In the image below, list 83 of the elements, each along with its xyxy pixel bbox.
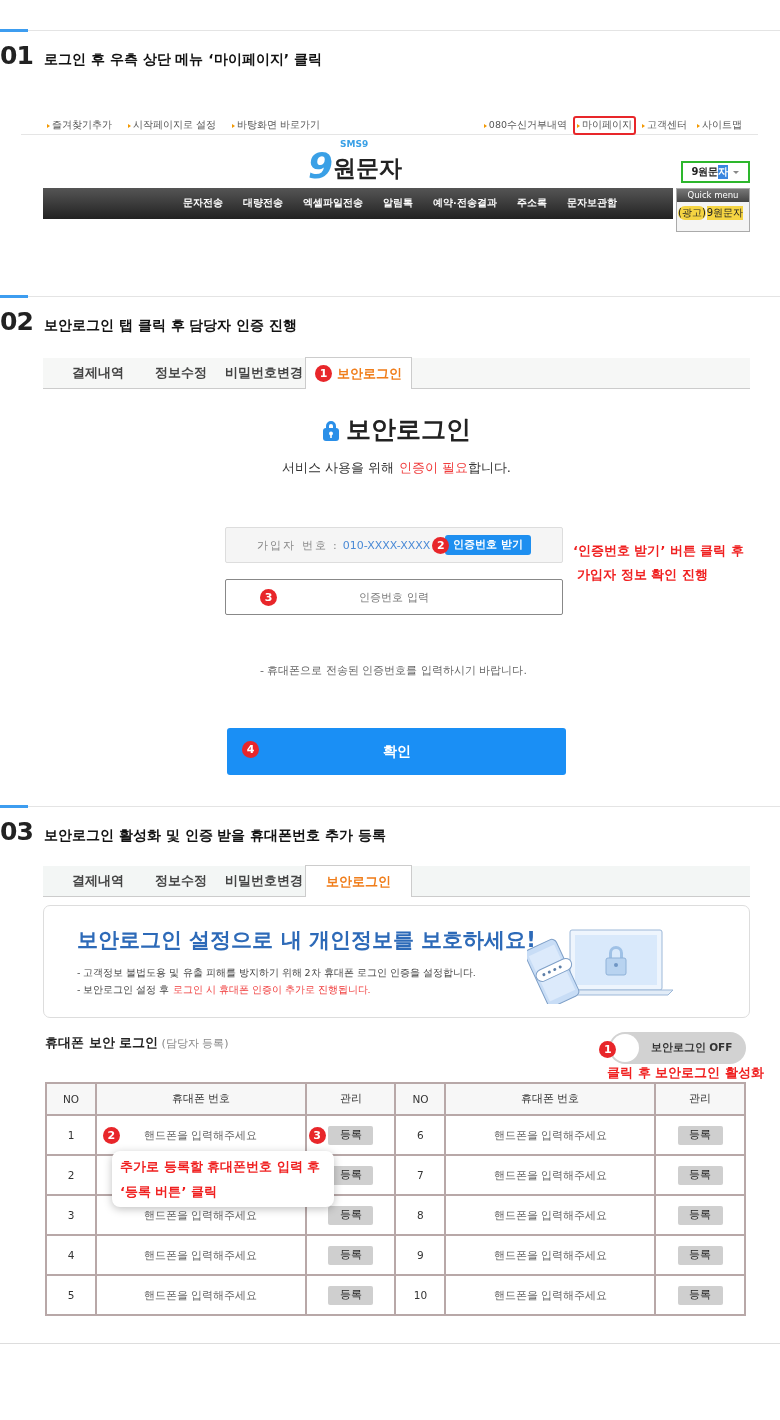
register-button[interactable]: 등록 [328,1245,373,1265]
step-marker: 1 [599,1041,617,1058]
step-number: 02 [0,307,30,336]
register-button[interactable]: 등록 [328,1205,373,1225]
column-header: 관리 [305,1083,396,1115]
row-number: 1 [46,1115,96,1155]
step-number: 03 [0,817,30,846]
top-link[interactable]: 마이페이지 [573,116,636,135]
banner-headline: 보안로그인 설정으로 내 개인정보를 보호하세요! [77,927,537,954]
row-number: 9 [395,1235,446,1275]
nav-item[interactable]: 알림톡 [373,197,423,210]
tab[interactable]: 결제내역 [56,865,139,896]
phone-input[interactable]: 핸드폰을 입력해주세요 [446,1236,655,1274]
tooltip-text: 추가로 등록할 휴대폰번호 입력 후 [120,1158,321,1176]
member-number-field: 가입자 번호 : 010-XXXX-XXXX 2 인증번호 받기 [225,527,563,563]
callout-text: ‘인증번호 받기’ 버튼 클릭 후 [573,542,744,560]
logo-tagline: SMS9 [340,139,369,150]
phone-input[interactable]: 핸드폰을 입력해주세요 [96,1236,305,1274]
register-button[interactable]: 등록 [677,1245,723,1265]
tab[interactable]: 1 보안로그인 [305,357,412,389]
top-link[interactable]: 사이트맵 [693,116,746,135]
hint-text: - 휴대폰으로 전송된 인증번호를 입력하시기 바랍니다. [260,663,528,678]
ad-label: (광고) [678,206,706,220]
callout-text: 가입자 정보 확인 진행 [576,566,709,584]
column-header: NO [46,1083,96,1115]
row-number: 2 [46,1155,96,1195]
nav-item[interactable]: 엑셀파일전송 [293,197,373,210]
phone-input[interactable]: 핸드폰을 입력해주세요 [446,1196,655,1234]
phone-input[interactable]: 핸드폰을 입력해주세요 [446,1116,655,1154]
lock-icon [322,418,340,441]
confirm-button[interactable]: 4 확인 [227,728,566,775]
row-number: 4 [46,1235,96,1275]
step-title: 보안로그인 탭 클릭 후 담당자 인증 진행 [44,317,298,335]
step-title: 로그인 후 우측 상단 메뉴 ‘마이페이지’ 클릭 [44,51,322,69]
step-marker: 4 [242,741,259,758]
top-link[interactable]: 080수신거부내역 [479,116,571,135]
row-number: 3 [46,1195,96,1235]
nav-item[interactable]: 문자전송 [173,197,233,210]
tab[interactable]: 정보수정 [139,865,222,896]
tab[interactable]: 비밀번호변경 [222,865,305,896]
row-number: 6 [395,1115,446,1155]
ad-text[interactable]: 9원문자 [706,206,744,220]
tab[interactable]: 결제내역 [56,357,139,388]
site-logo[interactable]: 9원문자 [308,150,403,182]
section-title: 휴대폰 보안 로그인 [45,1035,159,1050]
top-link[interactable]: 바탕화면 바로가기 [228,116,325,135]
tab[interactable]: 비밀번호변경 [222,357,305,388]
step-marker: 3 [308,1126,326,1144]
column-header: 관리 [655,1083,745,1115]
register-button[interactable]: 등록 [328,1285,373,1305]
column-header: NO [395,1083,446,1115]
step-title: 보안로그인 활성화 및 인증 받을 휴대폰번호 추가 등록 [44,827,387,845]
phone-input[interactable]: 핸드폰을 입력해주세요 [446,1156,655,1194]
nav-item[interactable]: 주소록 [506,197,557,210]
nav-item[interactable]: 대량전송 [233,197,293,210]
register-button[interactable]: 등록 [677,1125,723,1145]
register-button[interactable]: 등록 [677,1205,723,1225]
banner-text: - 고객정보 불법도용 및 유출 피해를 방지하기 위해 2차 휴대폰 로그인 인증을 설정합니다. [77,966,477,980]
row-number: 10 [395,1275,446,1315]
callout-text: 클릭 후 보안로그인 활성화 [607,1064,764,1082]
row-number: 8 [395,1195,446,1235]
page-heading: 보안로그인 [346,414,471,446]
tab[interactable]: 정보수정 [139,357,222,388]
register-button[interactable]: 등록 [677,1285,723,1305]
banner-text: - 보안로그인 설정 후 로그인 시 휴대폰 인증이 추가로 진행됩니다. [77,983,372,997]
subtitle: 서비스 사용을 위해 인증이 필요합니다. [281,459,512,477]
step-marker: 2 [102,1127,120,1144]
phone-input[interactable]: 핸드폰을 입력해주세요 [96,1276,305,1314]
row-number: 5 [46,1275,96,1315]
step-marker: 1 [315,365,332,382]
row-number: 7 [395,1155,446,1195]
section-note: (담당자 등록) [160,1037,229,1050]
register-button[interactable]: 등록 [677,1165,723,1185]
column-header: 휴대폰 번호 [95,1083,306,1115]
top-link[interactable]: 고객센터 [638,116,691,135]
top-link[interactable]: 시작페이지로 설정 [124,116,221,135]
column-header: 휴대폰 번호 [445,1083,656,1115]
register-button[interactable]: 등록 [328,1125,373,1145]
nav-item[interactable]: 문자보관함 [556,197,627,210]
top-link[interactable]: 즐겨찾기추가 [43,116,116,135]
quick-menu-title: Quick menu [677,189,749,202]
phone-input[interactable]: 핸드폰을 입력해주세요 [446,1276,655,1314]
nav-item[interactable]: 예약·전송결과 [423,197,507,210]
